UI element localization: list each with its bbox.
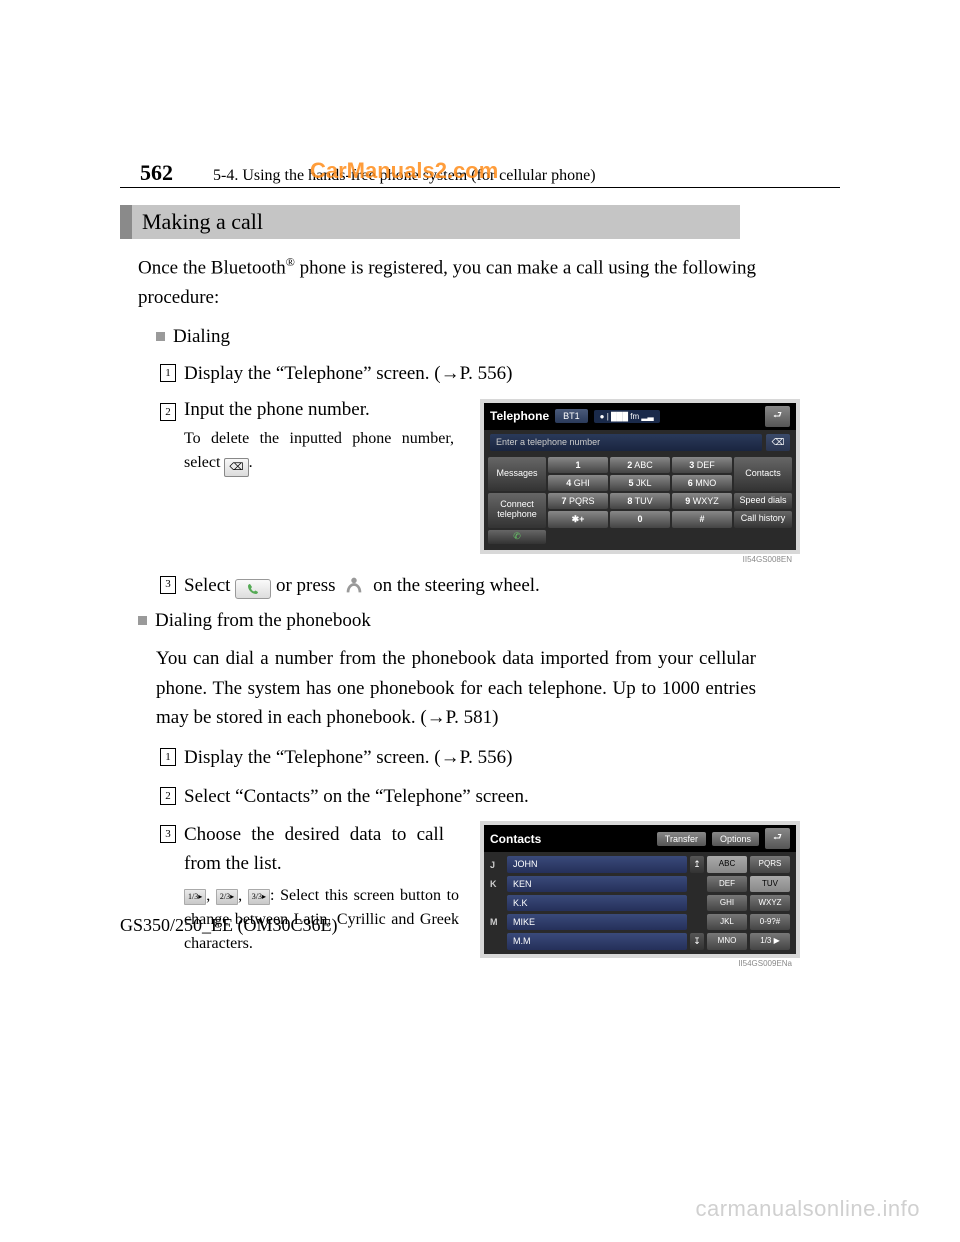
contact-row[interactable]: KEN [507,876,687,892]
key-1[interactable]: 1 [548,457,608,473]
index-letter: M [490,914,504,930]
dialing-step-2: Input the phone number. [184,399,454,421]
bt-tab[interactable]: BT1 [555,409,588,423]
dialing-heading: Dialing [156,326,840,348]
key-star[interactable]: ✱+ [548,511,608,528]
step-number-icon: 1 [160,364,176,382]
intro-text: Once the Bluetooth® phone is registered,… [138,253,778,312]
key-6[interactable]: 6 MNO [672,475,732,491]
delete-icon: ⌫ [224,458,248,477]
key-8[interactable]: 8 TUV [610,493,670,509]
key-2[interactable]: 2 ABC [610,457,670,473]
key-4[interactable]: 4 GHI [548,475,608,491]
cycle-button-3: 3/3▸ [248,889,270,905]
key-5[interactable]: 5 JKL [610,475,670,491]
back-button[interactable]: ⮐ [765,406,790,427]
contacts-screenshot: Contacts Transfer Options ⮐ J JOHN ↥ ABC… [480,821,800,958]
step2-note: To delete the inputted phone number, sel… [184,427,454,477]
phonebook-step3-row: 3 Choose the desired data to call from t… [160,821,840,958]
phonebook-paragraph: You can dial a number from the phonebook… [156,644,756,732]
alpha-mno[interactable]: MNO [707,933,747,950]
alpha-ghi[interactable]: GHI [707,895,747,911]
header-rule [120,187,840,188]
key-0[interactable]: 0 [610,511,670,528]
back-button[interactable]: ⮐ [765,828,790,849]
screen-title: Contacts [490,832,541,846]
telephone-screenshot: Telephone BT1 ● | ███ fm ▂▃ ⮐ Enter a te… [480,399,800,554]
dialing-step-3: 3 Select or press on the steering wheel. [160,572,840,601]
delete-button[interactable]: ⌫ [766,434,790,451]
contact-row[interactable]: MIKE [507,914,687,930]
alpha-sym[interactable]: 0-9?# [750,914,790,930]
step2-row: 2 Input the phone number. To delete the … [160,399,840,554]
scroll-up[interactable]: ↥ [690,856,704,873]
step-number-icon: 1 [160,748,176,766]
options-button[interactable]: Options [712,832,759,846]
key-7[interactable]: 7 PQRS [548,493,608,509]
speed-dials-button[interactable]: Speed dials [734,493,792,509]
call-button[interactable]: ✆ [488,530,546,544]
alpha-jkl[interactable]: JKL [707,914,747,930]
footer-text: GS350/250_EE (OM30C36E) [120,915,338,936]
connect-telephone-button[interactable]: Connect telephone [488,493,546,528]
alpha-def[interactable]: DEF [707,876,747,892]
alpha-abc[interactable]: ABC [707,856,747,873]
contact-row[interactable]: K.K [507,895,687,911]
contact-row[interactable]: M.M [507,933,687,950]
step-number-icon: 2 [160,787,176,805]
call-icon [235,579,271,599]
step-number-icon: 2 [160,403,176,421]
index-letter: J [490,856,504,873]
section-heading: Making a call [120,205,740,239]
scroll-down[interactable]: ↧ [690,933,704,950]
phonebook-step-1: 1 Display the “Telephone” screen. (→P. 5… [160,744,840,773]
screen-title: Telephone [490,409,549,423]
contacts-button[interactable]: Contacts [734,457,792,491]
manual-page: 562 5-4. Using the hands-free phone syst… [0,0,960,1026]
dialing-step-1: 1 Display the “Telephone” screen. (→P. 5… [160,360,840,389]
alpha-page[interactable]: 1/3 ▶ [750,933,790,950]
number-entry[interactable]: Enter a telephone number [490,434,762,451]
key-3[interactable]: 3 DEF [672,457,732,473]
key-hash[interactable]: # [672,511,732,528]
key-9[interactable]: 9 WXYZ [672,493,732,509]
figure-caption: II54GS008EN [743,555,792,564]
contact-row[interactable]: JOHN [507,856,687,873]
bullet-icon [138,616,147,625]
alpha-wxyz[interactable]: WXYZ [750,895,790,911]
phonebook-step-3: Choose the desired data to call from the… [184,821,444,878]
phonebook-step-2: 2 Select “Contacts” on the “Telephone” s… [160,783,840,812]
bullet-icon [156,332,165,341]
watermark-top: CarManuals2.com [310,158,498,184]
figure-caption: II54GS009ENa [738,959,792,968]
signal-indicator: ● | ███ fm ▂▃ [594,410,660,423]
messages-button[interactable]: Messages [488,457,546,491]
transfer-button[interactable]: Transfer [657,832,706,846]
cycle-button-1: 1/3▸ [184,889,206,905]
page-number: 562 [140,160,173,186]
call-history-button[interactable]: Call history [734,511,792,528]
watermark-bottom: carmanualsonline.info [695,1196,920,1222]
phonebook-heading: Dialing from the phonebook [138,610,840,632]
step-number-icon: 3 [160,825,176,843]
index-letter: K [490,876,504,892]
cycle-button-2: 2/3▸ [216,889,238,905]
alpha-pqrs[interactable]: PQRS [750,856,790,873]
page-content: Making a call Once the Bluetooth® phone … [120,205,840,958]
step-number-icon: 3 [160,576,176,594]
alpha-tuv[interactable]: TUV [750,876,790,892]
steering-phone-icon [340,573,368,597]
